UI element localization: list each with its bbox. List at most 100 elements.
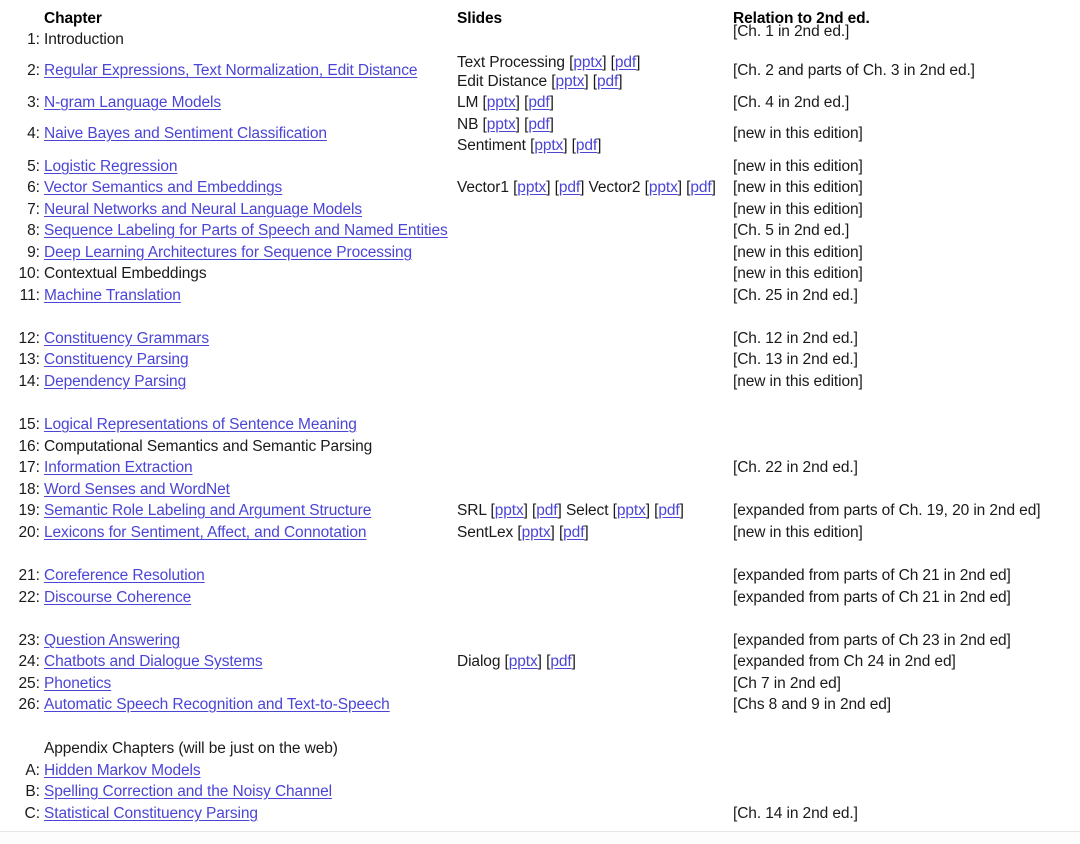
slide-pdf-link[interactable]: pdf	[615, 54, 636, 71]
slide-pptx-link[interactable]: pptx	[617, 502, 646, 519]
slide-pdf-link[interactable]: pdf	[528, 116, 549, 133]
slides-line: Sentiment [pptx] [pdf]	[457, 137, 602, 154]
row-number: B:	[25, 783, 40, 800]
relation-note: [Ch. 22 in 2nd ed.]	[733, 459, 858, 476]
table-row: 11: Machine Translation	[0, 286, 460, 306]
slide-pdf-link[interactable]: pdf	[550, 653, 571, 670]
table-row: A: Hidden Markov Models	[0, 761, 460, 781]
table-row: 5: Logistic Regression	[0, 157, 460, 177]
slide-label: Vector2	[588, 179, 641, 196]
relation-note: [new in this edition]	[733, 179, 863, 196]
row-number: 8:	[27, 222, 40, 239]
chapter-title: Introduction	[44, 31, 124, 48]
slide-label: SentLex	[457, 524, 514, 541]
slide-pdf-link[interactable]: pdf	[576, 137, 597, 154]
table-row: 26: Automatic Speech Recognition and Text…	[0, 695, 460, 715]
relation-note: [Ch. 14 in 2nd ed.]	[733, 805, 858, 822]
chapter-title: Contextual Embeddings	[44, 265, 207, 282]
chapter-link[interactable]: Logistic Regression	[44, 157, 177, 177]
slide-pdf-link[interactable]: pdf	[563, 524, 584, 541]
chapter-link[interactable]: Lexicons for Sentiment, Affect, and Conn…	[44, 523, 367, 543]
row-number: 17:	[18, 459, 40, 476]
table-row: 24: Chatbots and Dialogue Systems	[0, 652, 460, 672]
chapter-link[interactable]: N-gram Language Models	[44, 93, 221, 113]
table-row: 9: Deep Learning Architectures for Sequen…	[0, 243, 460, 263]
slide-pdf-link[interactable]: pdf	[690, 179, 711, 196]
chapter-link[interactable]: Deep Learning Architectures for Sequence…	[44, 243, 412, 263]
slide-pdf-link[interactable]: pdf	[658, 502, 679, 519]
slide-label: NB	[457, 116, 479, 133]
row-number: A:	[25, 762, 40, 779]
table-row: 17: Information Extraction	[0, 458, 460, 478]
slide-pptx-link[interactable]: pptx	[534, 137, 563, 154]
slide-label: SRL	[457, 502, 487, 519]
slide-pptx-link[interactable]: pptx	[573, 54, 602, 71]
row-number: 22:	[18, 589, 40, 606]
chapter-link[interactable]: Logical Representations of Sentence Mean…	[44, 415, 357, 435]
row-number: 26:	[18, 696, 40, 713]
slides-line: SRL [pptx] [pdf] Select [pptx] [pdf]	[457, 502, 684, 519]
chapter-link[interactable]: Automatic Speech Recognition and Text-to…	[44, 695, 390, 715]
relation-note: [new in this edition]	[733, 125, 863, 142]
slide-pptx-link[interactable]: pptx	[509, 653, 538, 670]
row-number: 13:	[18, 351, 40, 368]
row-number: 1:	[27, 31, 40, 48]
chapter-link[interactable]: Chatbots and Dialogue Systems	[44, 652, 263, 672]
relation-note: [expanded from parts of Ch 21 in 2nd ed]	[733, 567, 1011, 584]
chapter-link[interactable]: Semantic Role Labeling and Argument Stru…	[44, 501, 371, 521]
chapter-link[interactable]: Constituency Grammars	[44, 329, 209, 349]
table-row: 14: Dependency Parsing	[0, 372, 460, 392]
row-number: 4:	[27, 125, 40, 142]
chapter-link[interactable]: Information Extraction	[44, 458, 193, 478]
relation-note: [Ch. 12 in 2nd ed.]	[733, 330, 858, 347]
chapter-link[interactable]: Word Senses and WordNet	[44, 480, 230, 500]
chapter-link[interactable]: Regular Expressions, Text Normalization,…	[44, 61, 417, 81]
relation-note: [new in this edition]	[733, 524, 863, 541]
chapter-link[interactable]: Constituency Parsing	[44, 350, 189, 370]
table-row: 23: Question Answering	[0, 631, 460, 651]
slide-pdf-link[interactable]: pdf	[597, 73, 618, 90]
table-row: 16: Computational Semantics and Semantic …	[0, 437, 460, 457]
slide-pptx-link[interactable]: pptx	[517, 179, 546, 196]
table-row: 22: Discourse Coherence	[0, 588, 460, 608]
chapter-link[interactable]: Phonetics	[44, 674, 111, 694]
relation-note: [Ch. 2 and parts of Ch. 3 in 2nd ed.]	[733, 62, 975, 79]
chapter-link[interactable]: Machine Translation	[44, 286, 181, 306]
slide-pdf-link[interactable]: pdf	[536, 502, 557, 519]
slides-line: Vector1 [pptx] [pdf] Vector2 [pptx] [pdf…	[457, 179, 716, 196]
slides-line: NB [pptx] [pdf]	[457, 116, 554, 133]
chapter-link[interactable]: Discourse Coherence	[44, 588, 191, 608]
relation-note: [new in this edition]	[733, 373, 863, 390]
chapter-link[interactable]: Dependency Parsing	[44, 372, 186, 392]
table-row: 3: N-gram Language Models	[0, 93, 460, 113]
slide-pptx-link[interactable]: pptx	[555, 73, 584, 90]
slide-pdf-link[interactable]: pdf	[528, 94, 549, 111]
slides-line: Edit Distance [pptx] [pdf]	[457, 73, 623, 90]
chapter-link[interactable]: Naive Bayes and Sentiment Classification	[44, 124, 327, 144]
slide-pdf-link[interactable]: pdf	[559, 179, 580, 196]
row-number: C:	[24, 805, 41, 822]
relation-note: [Chs 8 and 9 in 2nd ed]	[733, 696, 891, 713]
slide-pptx-link[interactable]: pptx	[487, 94, 516, 111]
chapter-link[interactable]: Sequence Labeling for Parts of Speech an…	[44, 221, 448, 241]
table-row: 10: Contextual Embeddings	[0, 264, 460, 284]
chapter-link[interactable]: Statistical Constituency Parsing	[44, 804, 258, 824]
chapter-link[interactable]: Coreference Resolution	[44, 566, 205, 586]
chapter-link[interactable]: Neural Networks and Neural Language Mode…	[44, 200, 362, 220]
row-number: 7:	[27, 201, 40, 218]
relation-note: [Ch 7 in 2nd ed]	[733, 675, 841, 692]
slide-pptx-link[interactable]: pptx	[495, 502, 524, 519]
relation-note: [expanded from parts of Ch 23 in 2nd ed]	[733, 632, 1011, 649]
relation-note: [new in this edition]	[733, 201, 863, 218]
chapter-link[interactable]: Question Answering	[44, 631, 180, 651]
slide-label: Edit Distance	[457, 73, 548, 90]
chapter-link[interactable]: Spelling Correction and the Noisy Channe…	[44, 782, 332, 802]
slide-pptx-link[interactable]: pptx	[487, 116, 516, 133]
row-number: 25:	[18, 675, 40, 692]
chapter-link[interactable]: Vector Semantics and Embeddings	[44, 178, 282, 198]
slide-pptx-link[interactable]: pptx	[522, 524, 551, 541]
slide-pptx-link[interactable]: pptx	[649, 179, 678, 196]
chapter-link[interactable]: Hidden Markov Models	[44, 761, 201, 781]
slides-line: Dialog [pptx] [pdf]	[457, 653, 576, 670]
row-number: 2:	[27, 62, 40, 79]
